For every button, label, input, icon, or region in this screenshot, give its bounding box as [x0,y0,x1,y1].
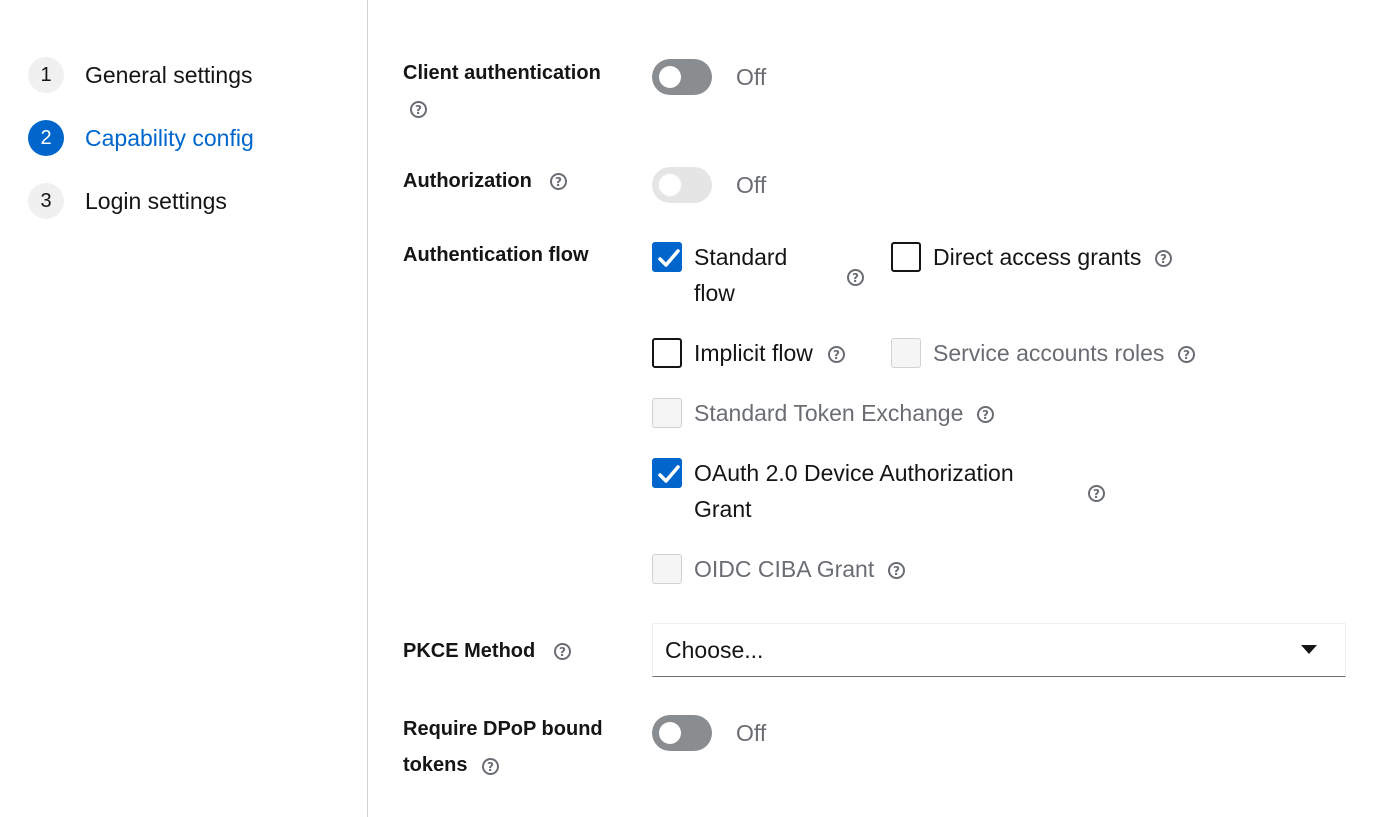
pkce-method-value: Choose... [665,637,764,663]
service-accounts-roles-label: Service accounts roles [933,340,1165,366]
step-label: Capability config [85,124,254,151]
direct-access-grants-checkbox[interactable] [891,242,921,272]
oauth-device-grant-checkbox[interactable] [652,458,682,488]
authorization-toggle [652,167,712,203]
step-number: 1 [28,57,64,93]
require-dpop-label-line2: tokens [403,754,468,776]
wizard-step-general-settings[interactable]: 1 General settings [28,57,252,93]
require-dpop-toggle[interactable] [652,715,712,751]
oidc-ciba-grant-checkbox [652,554,682,584]
check-icon [658,249,680,267]
toggle-knob [659,722,681,744]
wizard-step-capability-config[interactable]: 2 Capability config [28,120,254,156]
client-authentication-help-icon[interactable]: ? [410,101,427,118]
pkce-method-select[interactable]: Choose... [652,623,1346,677]
service-accounts-roles-checkbox [891,338,921,368]
standard-flow-label-line1: Standard [694,244,788,270]
step-label: General settings [85,61,253,88]
oauth-device-grant-help-icon[interactable]: ? [1088,485,1105,502]
wizard-step-login-settings[interactable]: 3 Login settings [28,183,227,219]
direct-access-grants-label: Direct access grants [933,244,1142,270]
check-icon [658,465,680,483]
capability-config-page: 1 General settings 2 Capability config 3… [0,0,1373,817]
implicit-flow-checkbox[interactable] [652,338,682,368]
pkce-method-help-icon[interactable]: ? [554,643,571,660]
standard-token-exchange-help-icon[interactable]: ? [977,406,994,423]
authorization-state: Off [736,172,767,198]
oidc-ciba-grant-label: OIDC CIBA Grant [694,556,875,582]
client-authentication-label: Client authentication [403,62,601,84]
standard-token-exchange-checkbox [652,398,682,428]
authorization-label: Authorization [403,170,532,192]
toggle-knob [659,66,681,88]
implicit-flow-label: Implicit flow [694,340,813,366]
require-dpop-state: Off [736,720,767,746]
oauth-device-grant-label-line2: Grant [694,496,752,522]
standard-flow-checkbox[interactable] [652,242,682,272]
client-authentication-state: Off [736,64,767,90]
require-dpop-help-icon[interactable]: ? [482,758,499,775]
service-accounts-roles-help-icon[interactable]: ? [1178,346,1195,363]
oauth-device-grant-label-line1: OAuth 2.0 Device Authorization [694,460,1014,486]
client-authentication-toggle[interactable] [652,59,712,95]
require-dpop-label-line1: Require DPoP bound [403,718,603,740]
direct-access-grants-help-icon[interactable]: ? [1155,250,1172,267]
authorization-help-icon[interactable]: ? [550,173,567,190]
oidc-ciba-grant-help-icon[interactable]: ? [888,562,905,579]
pkce-method-label: PKCE Method [403,640,536,662]
toggle-knob [659,174,681,196]
wizard-nav: 1 General settings 2 Capability config 3… [0,0,368,817]
standard-flow-help-icon[interactable]: ? [847,269,864,286]
standard-token-exchange-label: Standard Token Exchange [694,400,964,426]
implicit-flow-help-icon[interactable]: ? [828,346,845,363]
standard-flow-label-line2: flow [694,280,735,306]
authentication-flow-label: Authentication flow [403,244,589,266]
step-number: 2 [28,120,64,156]
caret-down-icon [1301,645,1317,654]
step-number: 3 [28,183,64,219]
step-label: Login settings [85,187,227,214]
